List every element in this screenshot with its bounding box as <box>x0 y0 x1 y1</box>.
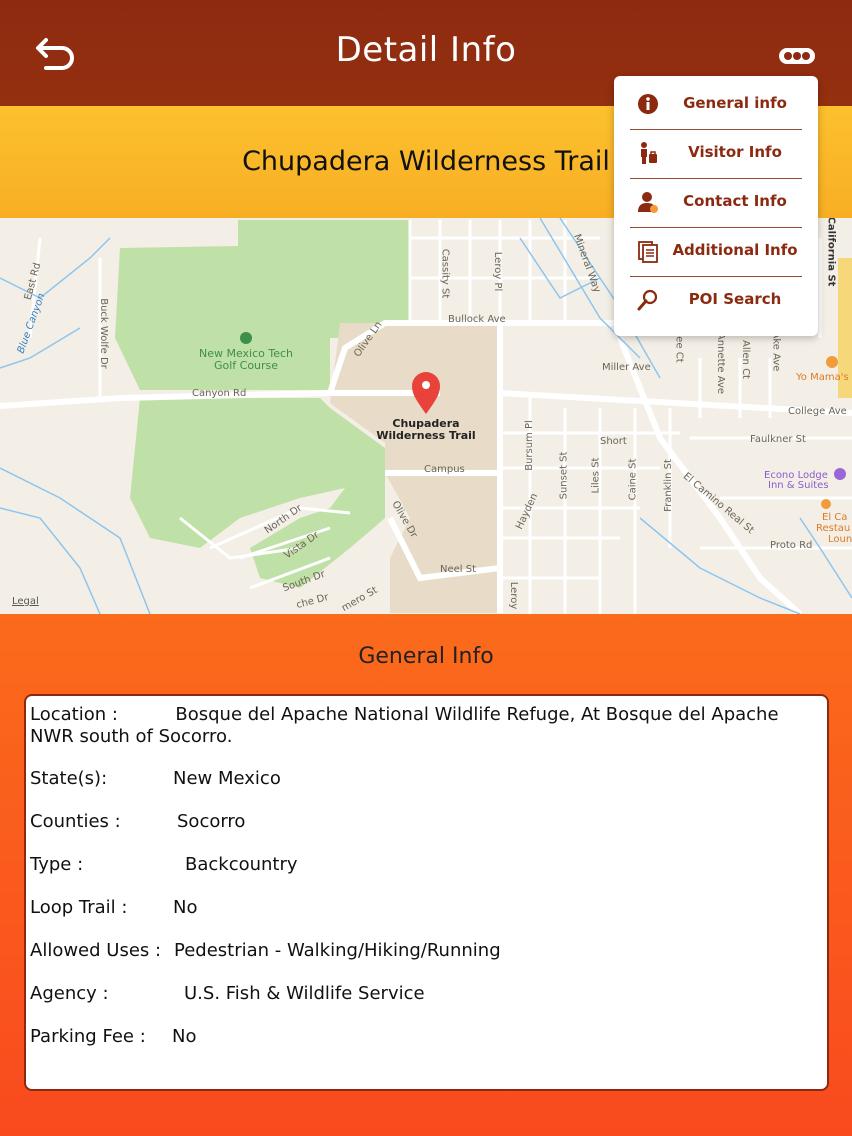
counties-value: Socorro <box>177 811 246 832</box>
street-label: Short <box>600 436 627 447</box>
street-label: Caine St <box>627 458 639 501</box>
general-info-panel: General Info Location : Bosque del Apach… <box>0 614 852 1136</box>
street-label: Buck Wolfe Dr <box>97 298 109 369</box>
street-label: Annette Ave <box>715 332 727 395</box>
visitor-icon <box>636 141 660 165</box>
parking-value: No <box>172 1026 197 1047</box>
poi-label: Inn & Suites <box>768 480 829 491</box>
more-options-icon[interactable] <box>778 46 816 66</box>
street-label: Cassity St <box>439 248 451 299</box>
menu-divider <box>630 129 802 130</box>
info-card: Location : Bosque del Apache National Wi… <box>24 694 829 1091</box>
street-label: Ake Ave <box>770 331 782 372</box>
pin-label: Chupadera Wilderness Trail <box>376 417 476 442</box>
street-label: Campus <box>424 464 465 475</box>
uses-row: Allowed Uses : Pedestrian - Walking/Hiki… <box>30 940 823 983</box>
type-label: Type : <box>30 854 84 875</box>
counties-label: Counties : <box>30 811 121 832</box>
street-label: ee Ct <box>673 336 685 363</box>
section-title: General Info <box>358 644 494 669</box>
states-label: State(s): <box>30 768 108 789</box>
street-label: Bursum Pl <box>523 420 535 471</box>
poi-label: Restau <box>816 523 851 534</box>
menu-divider <box>630 276 802 277</box>
magnifier-icon <box>636 288 660 312</box>
menu-divider <box>630 227 802 228</box>
agency-value: U.S. Fish & Wildlife Service <box>184 983 425 1004</box>
street-label: Franklin St <box>662 459 674 512</box>
location-text: Location : Bosque del Apache National Wi… <box>30 704 823 748</box>
page-title: Detail Info <box>335 30 517 70</box>
golf-course-label: New Mexico Tech Golf Course <box>198 347 294 372</box>
states-row: State(s): New Mexico <box>30 768 823 811</box>
contact-icon <box>636 190 660 214</box>
menu-item-label: Visitor Info <box>688 143 782 161</box>
uses-value: Pedestrian - Walking/Hiking/Running <box>174 940 501 961</box>
menu-item-poi-search[interactable]: POI Search <box>630 278 802 326</box>
options-menu: General info Visitor Info Contact Info A… <box>614 76 818 336</box>
street-label: Canyon Rd <box>192 388 247 399</box>
street-label: Neel St <box>440 564 477 575</box>
menu-divider <box>630 178 802 179</box>
legal-link[interactable]: Legal <box>12 596 39 607</box>
menu-item-general-info[interactable]: General info <box>630 82 802 130</box>
menu-item-label: POI Search <box>688 290 782 308</box>
agency-row: Agency : U.S. Fish & Wildlife Service <box>30 983 823 1026</box>
street-label: Miller Ave <box>602 362 651 373</box>
poi-label: Yo Mama's <box>796 372 849 383</box>
street-label: College Ave <box>788 406 847 417</box>
street-label: Allen Ct <box>739 340 751 379</box>
location-row: Location : Bosque del Apache National Wi… <box>30 704 823 768</box>
menu-item-additional-info[interactable]: Additional Info <box>630 229 802 277</box>
street-label: Leroy <box>508 581 520 610</box>
menu-item-contact-info[interactable]: Contact Info <box>630 180 802 228</box>
type-row: Type : Backcountry <box>30 854 823 897</box>
info-icon <box>636 92 660 116</box>
uses-label: Allowed Uses : <box>30 940 162 961</box>
loop-value: No <box>173 897 198 918</box>
location-value-cont: south of Socorro. <box>79 726 233 747</box>
menu-item-label: Additional Info <box>672 241 798 259</box>
street-label: Leroy Pl <box>492 251 504 292</box>
loop-row: Loop Trail : No <box>30 897 823 940</box>
street-label: Bullock Ave <box>448 314 506 325</box>
street-label: California St <box>825 218 837 287</box>
agency-label: Agency : <box>30 983 109 1004</box>
poi-label: El Ca <box>822 512 848 523</box>
states-value: New Mexico <box>173 768 281 789</box>
poi-label: Loun <box>828 534 852 545</box>
street-label: Liles St <box>590 457 602 494</box>
menu-item-visitor-info[interactable]: Visitor Info <box>630 131 802 179</box>
street-label: Sunset St <box>558 451 570 500</box>
loop-label: Loop Trail : <box>30 897 128 918</box>
type-value: Backcountry <box>185 854 298 875</box>
document-icon <box>636 239 660 263</box>
location-label: Location : <box>30 704 118 725</box>
menu-item-label: General info <box>683 94 787 112</box>
menu-item-label: Contact Info <box>683 192 787 210</box>
street-label: Faulkner St <box>750 434 806 445</box>
parking-label: Parking Fee : <box>30 1026 146 1047</box>
street-label: Proto Rd <box>770 540 813 551</box>
counties-row: Counties : Socorro <box>30 811 823 854</box>
parking-row: Parking Fee : No <box>30 1026 823 1069</box>
